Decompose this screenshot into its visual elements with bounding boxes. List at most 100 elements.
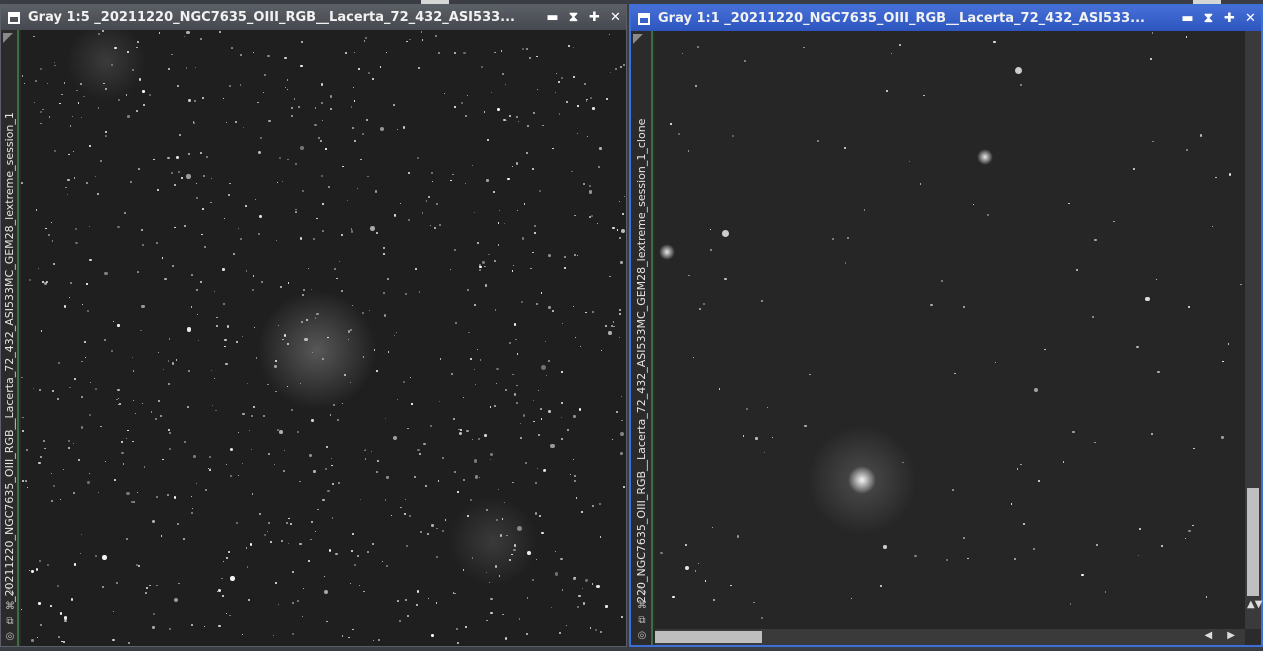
star-point [268,119,271,122]
star-point [744,60,747,63]
star-point [463,51,466,55]
star-point [140,329,142,332]
star-point [479,477,481,479]
image-viewport[interactable] [655,31,1245,629]
close-button[interactable]: ✕ [605,5,626,30]
mask-icon[interactable]: ⌘ [637,600,647,611]
star-point [196,314,199,316]
image-window-1-1[interactable]: Gray 1:1 _20211220_NGC7635_OIII_RGB__Lac… [629,4,1263,647]
star-point [457,491,459,493]
zoom-icon[interactable]: ⧉ [6,616,13,627]
scroll-arrows-vertical[interactable]: ▲▼ [1247,599,1262,611]
star-point [846,236,849,240]
star-point [409,38,411,41]
star-point [112,638,115,642]
star-point [590,96,593,99]
star-point [474,303,477,306]
star-point [482,261,485,264]
pin-icon[interactable]: ⤡ [638,585,646,596]
star-point [239,84,241,86]
pin-icon[interactable]: ⤡ [6,586,14,597]
star-point [1188,530,1191,533]
collapse-button[interactable]: ⧗ [1198,6,1219,31]
star-point [599,503,602,506]
star-point [152,626,155,629]
star-point [605,605,608,608]
collapse-button[interactable]: ⧗ [563,5,584,30]
star-point [22,417,24,419]
star-point [320,174,323,177]
star-point [127,642,130,645]
stf-icon[interactable]: ◎ [638,630,647,641]
maximize-button[interactable]: ✚ [584,5,605,30]
star-point [1113,220,1115,223]
close-button[interactable]: ✕ [1240,6,1261,31]
window-titlebar[interactable]: Gray 1:5 _20211220_NGC7635_OIII_RGB__Lac… [1,5,626,30]
star-point [483,111,486,113]
corner-triangle-icon[interactable] [3,33,13,43]
window-titlebar[interactable]: Gray 1:1 _20211220_NGC7635_OIII_RGB__Lac… [631,6,1261,31]
vertical-scroll-thumb[interactable] [1247,488,1259,596]
star-point [302,616,304,618]
star-point [225,557,228,560]
star-point [588,184,591,188]
window-menu-icon[interactable] [8,11,20,24]
star-point [547,253,551,257]
star-point [561,371,563,373]
star-point [391,515,393,517]
star-point [257,151,262,155]
zoom-icon[interactable]: ⧉ [638,615,645,626]
star-point [89,225,91,228]
view-identifier[interactable]: 220_NGC7635_OIII_RGB__Lacerta_72_432_ASI… [635,55,649,603]
star-point [452,174,454,176]
nebula-glow [257,290,378,411]
scroll-arrows-horizontal[interactable]: ◀ ▶ [1204,630,1241,641]
image-window-1-5[interactable]: Gray 1:5 _20211220_NGC7635_OIII_RGB__Lac… [0,4,627,647]
star-point [963,537,965,539]
maximize-button[interactable]: ✚ [1219,6,1240,31]
star-point [300,40,303,43]
star-point [677,132,680,135]
star-point [1072,430,1075,434]
star-point [761,300,763,302]
mask-icon[interactable]: ⌘ [5,601,15,612]
star-point [48,116,51,118]
star-point [764,452,766,454]
star-point [186,174,191,179]
star-point [84,341,86,343]
star-point [138,565,141,568]
star-point [386,278,389,281]
star-point [503,501,505,504]
image-viewport[interactable] [21,30,626,646]
star-point [202,96,205,100]
star-point [145,592,147,594]
star-point [520,300,523,303]
star-point [126,538,128,540]
star-point [458,431,463,435]
stf-icon[interactable]: ◎ [6,631,15,642]
star-point [131,357,134,359]
shade-button[interactable]: ▬ [1177,6,1198,31]
horizontal-scrollbar[interactable]: ◀ ▶ [655,629,1245,645]
star-point [68,446,71,449]
star-point [167,156,170,160]
horizontal-scroll-thumb[interactable] [655,631,762,643]
star-point [58,636,60,638]
view-identifier[interactable]: _20211220_NGC7635_OIII_RGB__Lacerta_72_4… [3,54,17,602]
corner-triangle-icon[interactable] [633,34,643,44]
window-menu-icon[interactable] [638,12,650,25]
star-point [238,227,240,229]
star-point [352,628,355,631]
shade-button[interactable]: ▬ [542,5,563,30]
star-point [766,407,768,409]
star-point [722,230,729,238]
star-point [745,407,749,411]
star-point [320,101,323,104]
star-point [149,584,151,587]
vertical-scrollbar[interactable]: ▲▼ [1245,31,1262,629]
star-point [513,393,517,396]
star-point [242,412,245,415]
star-point [995,362,997,364]
star-point [126,438,128,440]
star-point [295,208,297,210]
